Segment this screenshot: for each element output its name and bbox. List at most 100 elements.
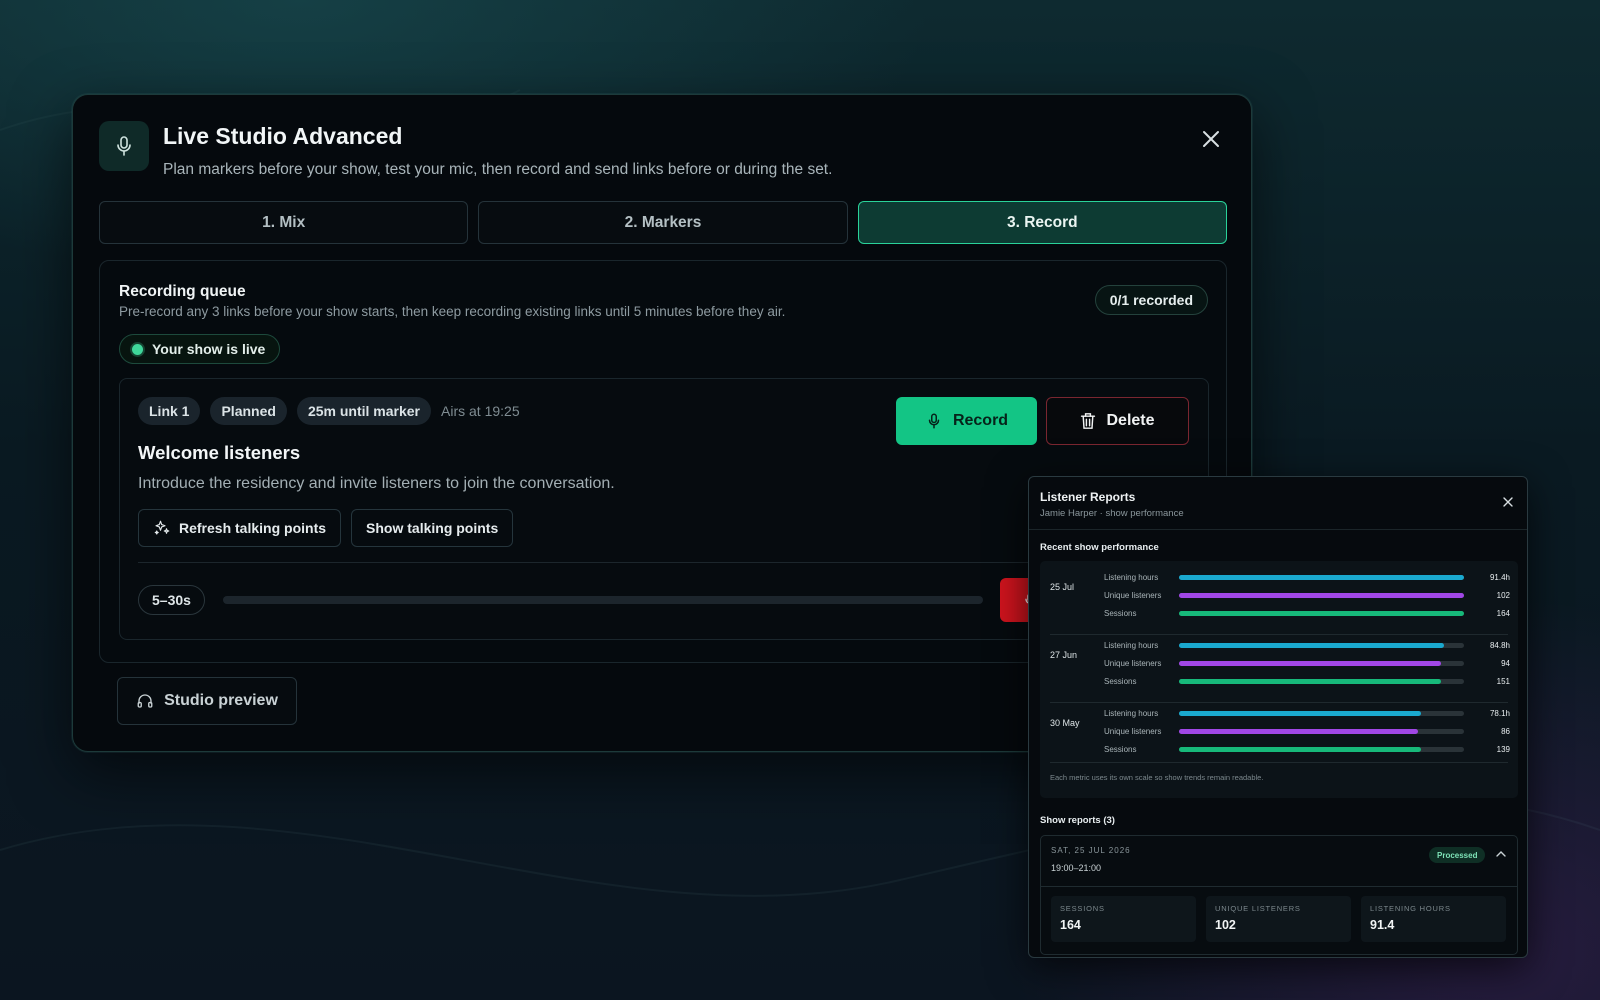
report-date: SAT, 25 JUL 2026 xyxy=(1051,846,1131,855)
tab-markers[interactable]: 2. Markers xyxy=(478,201,848,244)
stat-listening-hours: LISTENING HOURS 91.4 xyxy=(1361,896,1506,942)
metric-bar-track xyxy=(1179,575,1464,580)
reports-title: Listener Reports xyxy=(1040,490,1136,504)
report-divider xyxy=(1041,886,1517,887)
link-status-chip: Planned xyxy=(210,397,287,425)
stat-sessions: SESSIONS 164 xyxy=(1051,896,1196,942)
dialog-title: Live Studio Advanced xyxy=(163,123,403,149)
performance-row: Sessions 139 xyxy=(1104,743,1510,757)
report-time: 19:00–21:00 xyxy=(1051,863,1102,873)
performance-chart: 25 Jul Listening hours 91.4h Unique listene… xyxy=(1040,561,1518,798)
performance-row: Listening hours 78.1h xyxy=(1104,707,1510,721)
show-talking-points-button[interactable]: Show talking points xyxy=(351,509,514,547)
metric-bar-fill xyxy=(1179,661,1442,666)
metric-bar-fill xyxy=(1179,575,1464,580)
performance-row: Unique listeners 86 xyxy=(1104,725,1510,739)
delete-button[interactable]: Delete xyxy=(1046,397,1189,445)
performance-date: 30 May xyxy=(1050,718,1080,728)
link-countdown-chip: 25m until marker xyxy=(296,397,431,425)
microphone-icon xyxy=(928,413,940,429)
metric-value: 139 xyxy=(1496,745,1510,754)
studio-preview-label: Studio preview xyxy=(164,692,278,709)
metric-bar-fill xyxy=(1179,747,1422,752)
record-button[interactable]: Record xyxy=(896,397,1037,445)
performance-row: Unique listeners 102 xyxy=(1104,589,1510,603)
close-icon[interactable] xyxy=(1197,125,1225,153)
tab-mix[interactable]: 1. Mix xyxy=(99,201,469,244)
metric-label: Unique listeners xyxy=(1104,727,1162,736)
metric-bar-track xyxy=(1179,643,1464,648)
performance-row: Listening hours 91.4h xyxy=(1104,571,1510,585)
chevron-up-icon[interactable] xyxy=(1495,848,1507,860)
metric-bar-fill xyxy=(1179,611,1464,616)
delete-label: Delete xyxy=(1106,412,1155,429)
talking-points-actions: Refresh talking points Show talking poin… xyxy=(138,509,514,547)
metric-bar-fill xyxy=(1179,679,1442,684)
stat-value: 164 xyxy=(1060,918,1081,932)
link-title: Welcome listeners xyxy=(138,442,301,463)
metric-value: 102 xyxy=(1496,591,1510,600)
metric-bar-track xyxy=(1179,747,1464,752)
metric-bar-track xyxy=(1179,729,1464,734)
link-airs-time: Airs at 19:25 xyxy=(441,403,520,419)
stat-label: LISTENING HOURS xyxy=(1370,904,1451,913)
refresh-talking-points-button[interactable]: Refresh talking points xyxy=(138,509,342,547)
metric-value: 151 xyxy=(1496,677,1510,686)
recent-performance-heading: Recent show performance xyxy=(1040,542,1159,553)
duration-pill: 5–30s xyxy=(138,585,205,615)
stat-unique-listeners: UNIQUE LISTENERS 102 xyxy=(1206,896,1351,942)
stat-label: UNIQUE LISTENERS xyxy=(1215,904,1301,913)
metric-bar-fill xyxy=(1179,729,1419,734)
metric-label: Sessions xyxy=(1104,677,1137,686)
recording-progress-bar xyxy=(223,596,983,604)
metric-label: Listening hours xyxy=(1104,709,1159,718)
microphone-icon xyxy=(99,121,149,171)
queue-subtitle: Pre-record any 3 links before your show … xyxy=(119,304,786,319)
metric-value: 78.1h xyxy=(1489,709,1510,718)
metric-label: Sessions xyxy=(1104,609,1137,618)
sparkles-icon xyxy=(154,520,170,535)
reports-subtitle: Jamie Harper · show performance xyxy=(1040,508,1184,519)
metric-label: Unique listeners xyxy=(1104,659,1162,668)
link-description: Introduce the residency and invite liste… xyxy=(138,475,615,492)
recorded-count-badge: 0/1 recorded xyxy=(1094,285,1208,315)
dialog-subtitle: Plan markers before your show, test your… xyxy=(163,161,833,178)
trash-icon xyxy=(1081,413,1096,429)
metric-value: 91.4h xyxy=(1489,573,1510,582)
performance-separator xyxy=(1050,702,1508,703)
metric-value: 94 xyxy=(1501,659,1510,668)
tab-record[interactable]: 3. Record xyxy=(857,201,1227,244)
metric-label: Listening hours xyxy=(1104,573,1159,582)
performance-note: Each metric uses its own scale so show t… xyxy=(1050,773,1264,782)
step-tabs: 1. Mix 2. Markers 3. Record xyxy=(99,201,1227,244)
refresh-talking-points-label: Refresh talking points xyxy=(179,520,327,536)
stat-value: 91.4 xyxy=(1370,918,1395,932)
performance-row: Sessions 164 xyxy=(1104,607,1510,621)
reports-header: Listener Reports Jamie Harper · show per… xyxy=(1029,477,1527,530)
link-chips: Link 1 Planned 25m until marker Airs at … xyxy=(138,397,520,425)
record-label: Record xyxy=(952,412,1009,429)
close-icon[interactable] xyxy=(1501,495,1515,509)
metric-bar-track xyxy=(1179,711,1464,716)
performance-group: 25 Jul Listening hours 91.4h Unique listene… xyxy=(1040,571,1518,639)
show-report-item: SAT, 25 JUL 2026 19:00–21:00 Processed S… xyxy=(1040,835,1518,955)
performance-row: Unique listeners 94 xyxy=(1104,657,1510,671)
performance-date: 25 Jul xyxy=(1050,582,1075,592)
metric-bar-track xyxy=(1179,593,1464,598)
show-reports-heading: Show reports (3) xyxy=(1040,815,1115,826)
link-number-chip: Link 1 xyxy=(138,397,201,425)
stat-label: SESSIONS xyxy=(1060,904,1105,913)
performance-date: 27 Jun xyxy=(1050,650,1078,660)
performance-group: 30 May Listening hours 78.1h Unique listene… xyxy=(1040,707,1518,775)
performance-separator xyxy=(1050,762,1508,763)
metric-label: Listening hours xyxy=(1104,641,1159,650)
metric-bar-fill xyxy=(1179,643,1445,648)
metric-label: Unique listeners xyxy=(1104,591,1162,600)
performance-separator xyxy=(1050,634,1508,635)
stat-value: 102 xyxy=(1215,918,1236,932)
metric-bar-fill xyxy=(1179,593,1464,598)
metric-bar-track xyxy=(1179,679,1464,684)
studio-preview-button[interactable]: Studio preview xyxy=(117,677,297,725)
performance-row: Listening hours 84.8h xyxy=(1104,639,1510,653)
status-badge: Processed xyxy=(1429,847,1486,863)
